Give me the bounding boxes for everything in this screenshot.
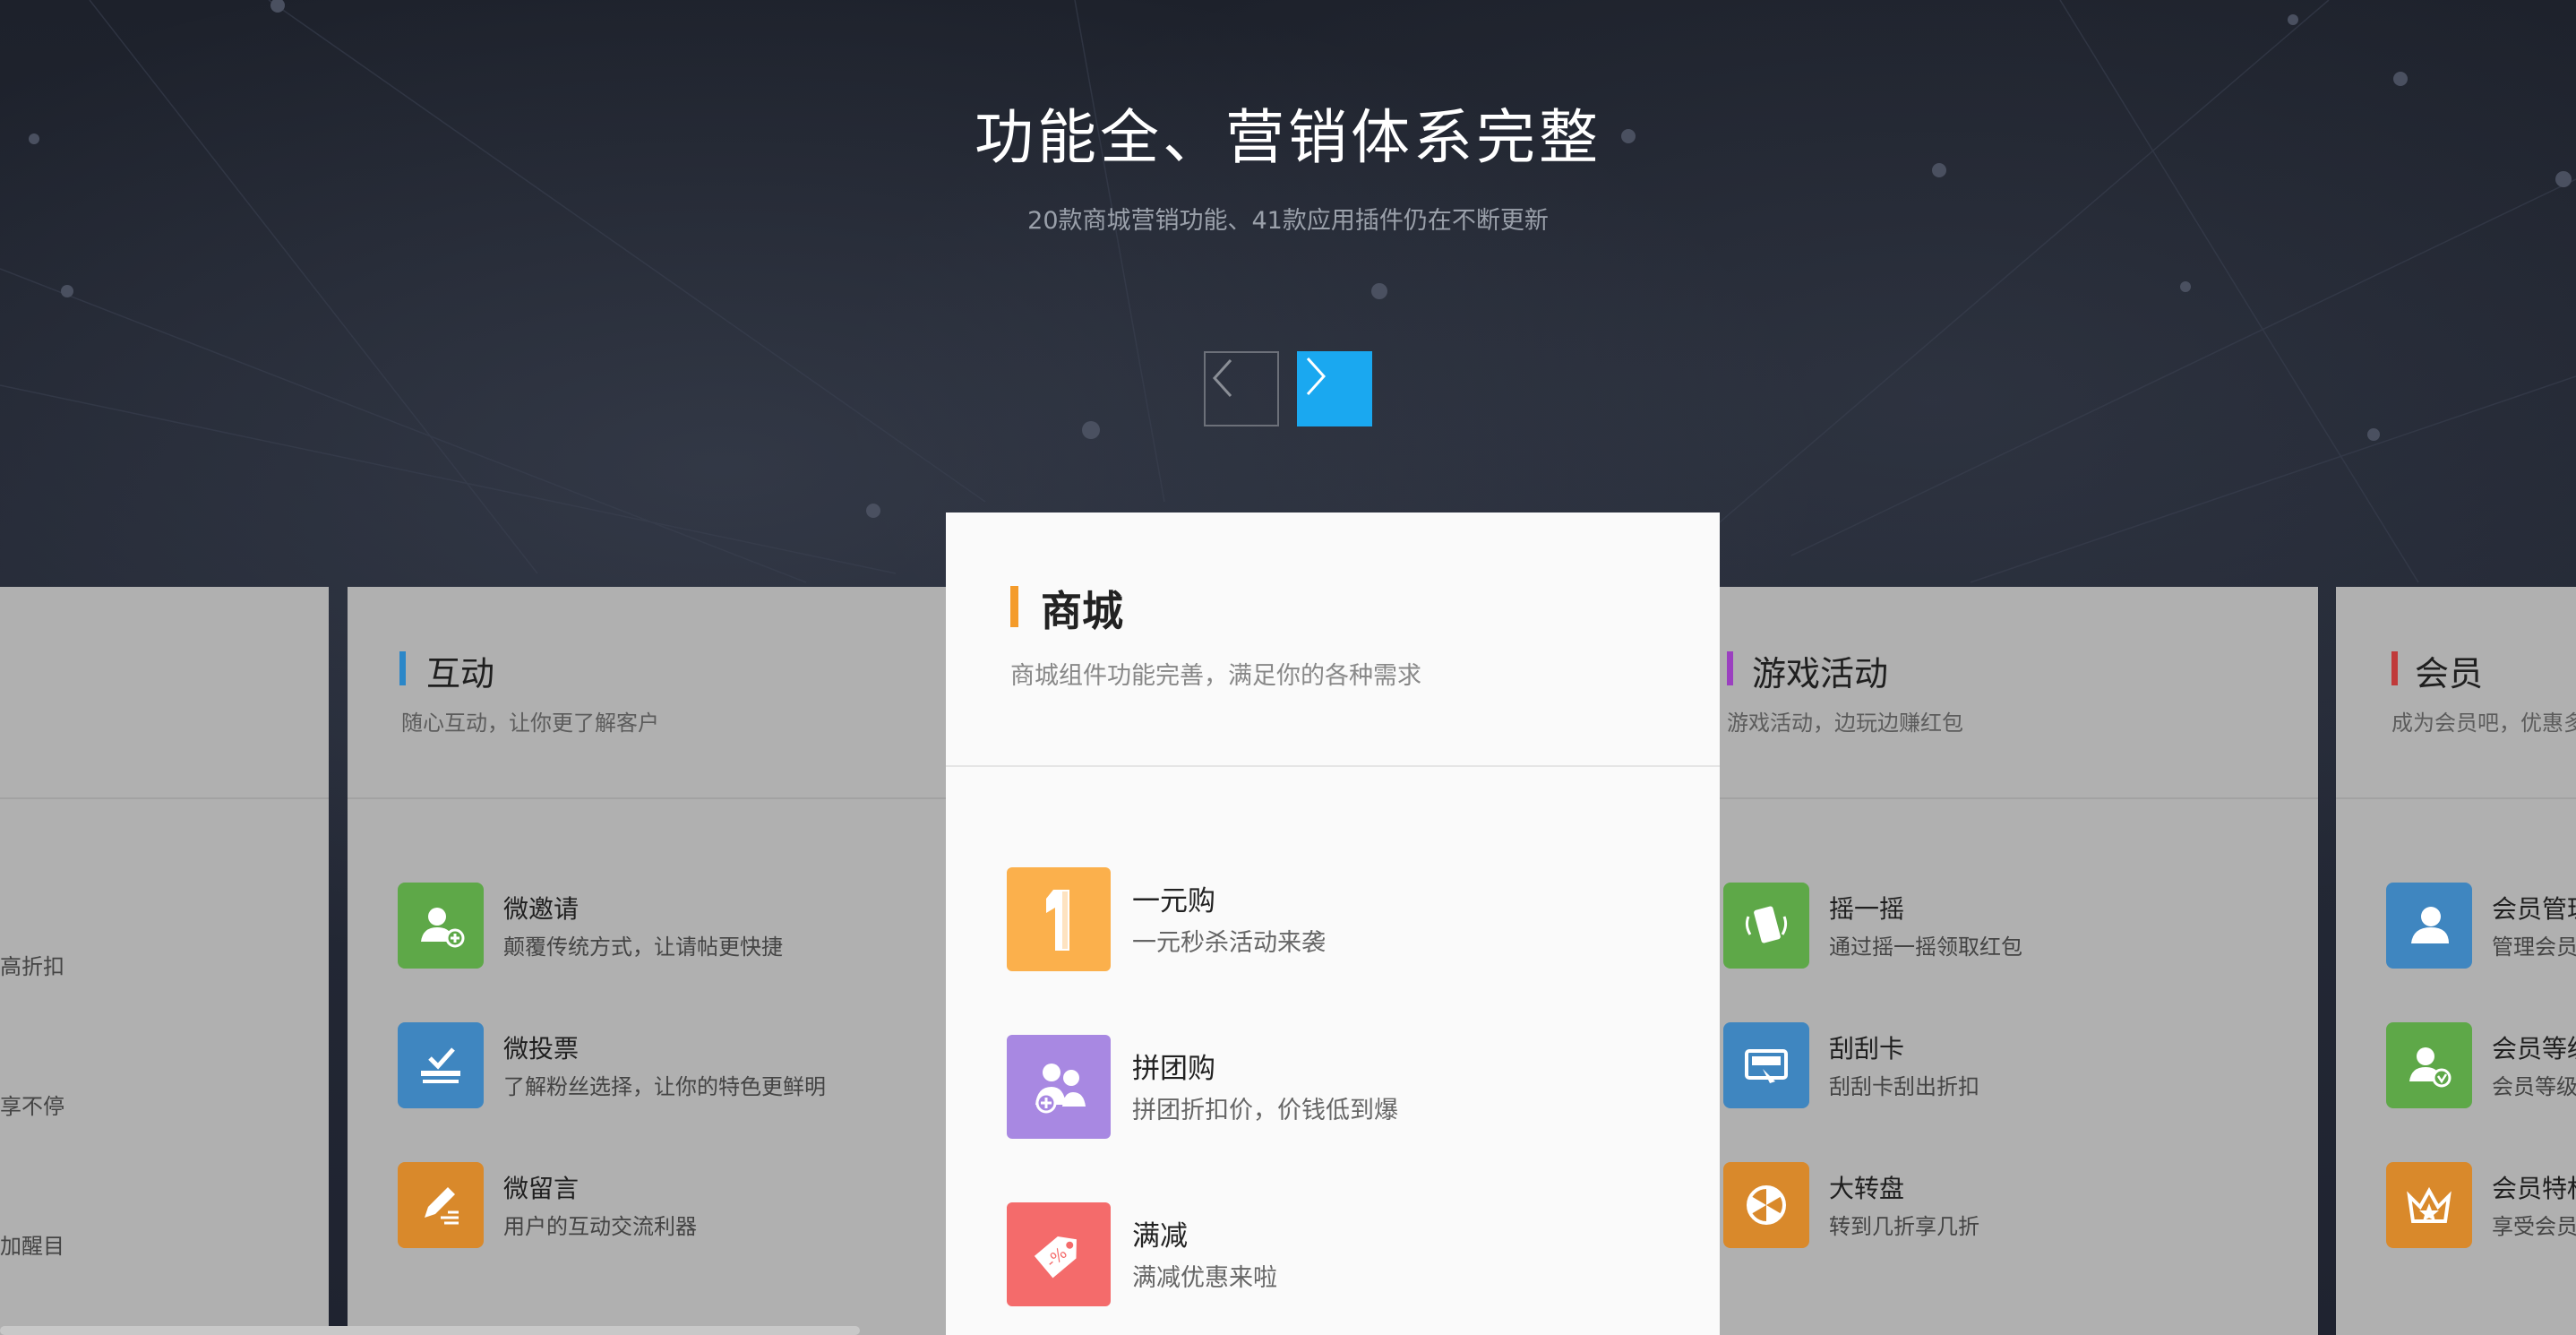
user-add-icon: [398, 883, 484, 969]
wheel-icon: [1723, 1162, 1809, 1248]
item-name: 微投票: [503, 1034, 580, 1064]
card-desc: 成为会员吧，优惠多: [2391, 711, 2576, 736]
list-item[interactable]: 享不停: [0, 1067, 329, 1153]
member-level-icon: [2386, 1022, 2472, 1108]
list-item[interactable]: 摇一摇 通过摇一摇领取红包: [1723, 883, 2279, 969]
item-desc: 了解粉丝选择，让你的特色更鲜明: [503, 1074, 826, 1099]
accent-bar: [2391, 651, 2398, 685]
item-desc: 高折扣: [0, 954, 64, 979]
carousel-prev-button[interactable]: [1204, 351, 1279, 426]
list-item[interactable]: 会员等级 会员等级: [2386, 1022, 2576, 1108]
list-item[interactable]: 大转盘 转到几折享几折: [1723, 1162, 2279, 1248]
card-header: 会员 成为会员吧，优惠多: [2336, 587, 2576, 799]
card-header: 商城 商城组件功能完善，满足你的各种需求: [946, 512, 1720, 767]
card-interaction[interactable]: 互动 随心互动，让你更了解客户 微邀请 颠覆传统方式，让请帖更快捷 微投票 了解…: [348, 587, 975, 1335]
item-name: 满减: [1132, 1220, 1188, 1253]
member-icon: [2386, 883, 2472, 969]
item-desc: 享不停: [0, 1094, 64, 1119]
card-header: 游戏活动 游戏活动，边玩边赚红包: [1673, 587, 2318, 799]
item-desc: 加醒目: [0, 1234, 64, 1259]
item-name: 微留言: [503, 1174, 580, 1203]
card-desc: 游戏活动，边玩边赚红包: [1727, 711, 1963, 736]
card-desc: 随心互动，让你更了解客户: [401, 711, 659, 736]
list-item[interactable]: 会员管理 管理会员: [2386, 883, 2576, 969]
list-item[interactable]: 一元购 一元秒杀活动来袭: [1007, 867, 1652, 971]
item-name: 微邀请: [503, 894, 580, 924]
list-item[interactable]: 高折扣: [0, 927, 329, 1013]
card-mall[interactable]: 商城 商城组件功能完善，满足你的各种需求 一元购 一元秒杀活动来袭 拼团购 拼团…: [946, 512, 1720, 1335]
item-name: 会员特权: [2492, 1174, 2576, 1203]
vote-icon: [398, 1022, 484, 1108]
item-name: 会员管理: [2492, 894, 2576, 924]
item-name: 一元购: [1132, 885, 1215, 917]
accent-bar: [1010, 586, 1018, 627]
card-header: 互动 随心互动，让你更了解客户: [348, 587, 975, 799]
item-desc: 颠覆传统方式，让请帖更快捷: [503, 934, 783, 960]
list-item[interactable]: 拼团购 拼团折扣价，价钱低到爆: [1007, 1035, 1652, 1139]
item-desc: 一元秒杀活动来袭: [1132, 929, 1326, 957]
item-name: 会员等级: [2492, 1034, 2576, 1064]
item-desc: 用户的互动交流利器: [503, 1214, 697, 1239]
carousel-next-button[interactable]: [1297, 351, 1372, 426]
list-item[interactable]: 微投票 了解粉丝选择，让你的特色更鲜明: [398, 1022, 953, 1108]
shake-phone-icon: [1723, 883, 1809, 969]
card-games[interactable]: 游戏活动 游戏活动，边玩边赚红包 摇一摇 通过摇一摇领取红包 刮刮卡 刮刮卡刮出…: [1673, 587, 2318, 1335]
item-name: 摇一摇: [1829, 894, 1905, 924]
card-title: 商城: [1041, 587, 1123, 635]
accent-bar: [399, 651, 406, 685]
horizontal-scrollbar[interactable]: [0, 1326, 860, 1335]
item-desc: 通过摇一摇领取红包: [1829, 934, 2022, 960]
list-item[interactable]: 加醒目: [0, 1207, 329, 1293]
scratch-card-icon: [1723, 1022, 1809, 1108]
item-name: 大转盘: [1829, 1174, 1905, 1203]
item-desc: 满减优惠来啦: [1132, 1264, 1277, 1292]
chevron-right-icon: [1306, 357, 1327, 396]
edit-icon: [398, 1162, 484, 1248]
item-desc: 管理会员: [2492, 934, 2576, 960]
list-item[interactable]: 微留言 用户的互动交流利器: [398, 1162, 953, 1248]
item-desc: 刮刮卡刮出折扣: [1829, 1074, 1979, 1099]
list-item[interactable]: 刮刮卡 刮刮卡刮出折扣: [1723, 1022, 2279, 1108]
discount-tag-icon: -%: [1007, 1202, 1111, 1306]
group-icon: [1007, 1035, 1111, 1139]
card-header: [0, 587, 329, 799]
item-name: 拼团购: [1132, 1053, 1215, 1085]
crown-icon: [2386, 1162, 2472, 1248]
card-left-partial[interactable]: 高折扣 享不停 加醒目: [0, 587, 329, 1335]
item-desc: 享受会员: [2492, 1214, 2576, 1239]
accent-bar: [1727, 651, 1733, 685]
card-title: 会员: [2415, 654, 2484, 693]
list-item[interactable]: 会员特权 享受会员: [2386, 1162, 2576, 1248]
number-one-icon: [1007, 867, 1111, 971]
chevron-left-icon: [1212, 358, 1232, 398]
card-title: 游戏活动: [1752, 654, 1889, 693]
section-title: 功能全、营销体系完整: [975, 103, 1601, 172]
card-title: 互动: [426, 654, 495, 693]
card-member[interactable]: 会员 成为会员吧，优惠多 会员管理 管理会员 会员等级 会员等级 会员特权 享受…: [2336, 587, 2576, 1335]
item-desc: 转到几折享几折: [1829, 1214, 1979, 1239]
section-subtitle: 20款商城营销功能、41款应用插件仍在不断更新: [1027, 207, 1549, 235]
list-item[interactable]: 微邀请 颠覆传统方式，让请帖更快捷: [398, 883, 953, 969]
item-name: 刮刮卡: [1829, 1034, 1905, 1064]
item-desc: 拼团折扣价，价钱低到爆: [1132, 1097, 1398, 1124]
list-item[interactable]: -% 满减 满减优惠来啦: [1007, 1202, 1652, 1306]
item-desc: 会员等级: [2492, 1074, 2576, 1099]
card-desc: 商城组件功能完善，满足你的各种需求: [1010, 662, 1421, 690]
